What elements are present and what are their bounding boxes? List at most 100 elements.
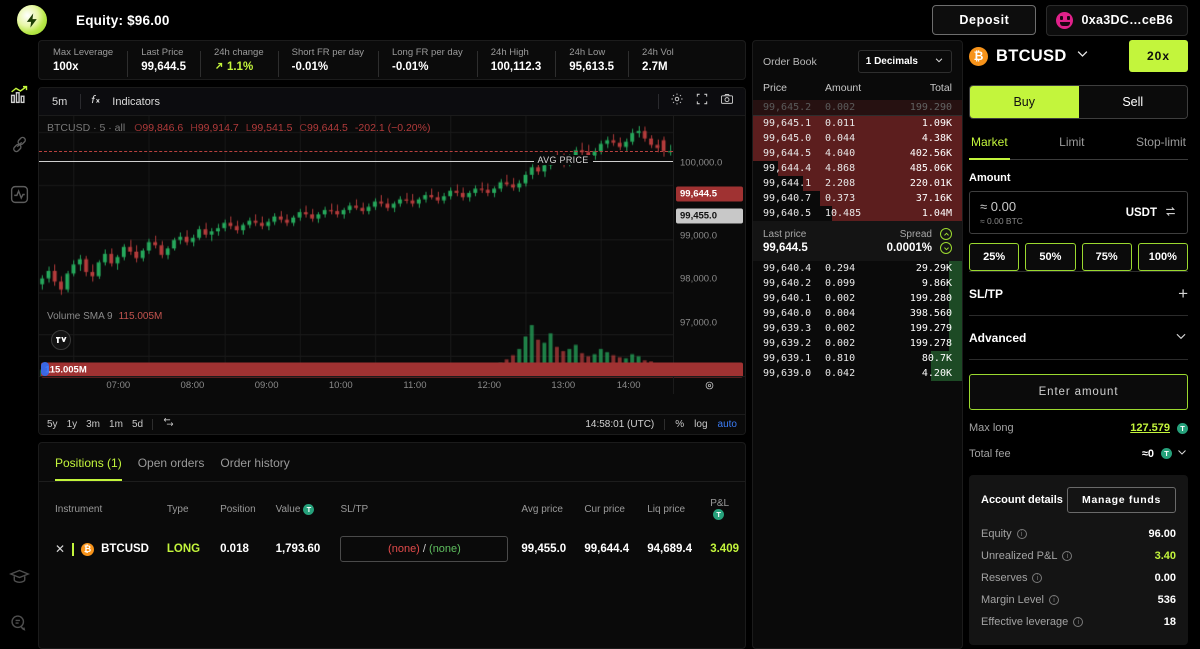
stat-value: -0.01% — [292, 61, 364, 73]
pulse-square-icon[interactable] — [7, 182, 31, 206]
order-book-row[interactable]: 99,639.1 0.810 80.7K — [753, 351, 962, 366]
order-book-row[interactable]: 99,644.5 4.040 402.56K — [753, 146, 962, 161]
chart-up-icon[interactable] — [7, 82, 31, 106]
plus-icon[interactable]: + — [1178, 285, 1188, 302]
scale-auto-button[interactable]: auto — [718, 419, 737, 430]
date-range-icon[interactable] — [162, 416, 175, 434]
chevron-down-icon[interactable] — [1176, 446, 1188, 461]
info-icon[interactable]: i — [1032, 573, 1043, 583]
chat-bubble-icon[interactable] — [7, 611, 31, 635]
link-chain-icon[interactable] — [7, 132, 31, 156]
close-position-icon[interactable]: ✕ — [55, 542, 65, 556]
ob-price: 99,639.1 — [763, 353, 812, 364]
tab-open-orders[interactable]: Open orders — [138, 456, 205, 481]
ob-price: 99,644.1 — [763, 178, 812, 189]
advanced-row[interactable]: Advanced — [969, 315, 1188, 359]
scale-percent-button[interactable]: % — [675, 419, 684, 430]
col-liq-price: Liq price — [647, 503, 686, 515]
tab-positions[interactable]: Positions (1) — [55, 456, 122, 481]
tab-market[interactable]: Market — [969, 123, 1010, 160]
ohlc-c-value: 99,644.5 — [307, 122, 348, 134]
arrow-down-circle-icon[interactable] — [940, 242, 952, 254]
deposit-button[interactable]: Deposit — [932, 5, 1037, 35]
chart-plot-area[interactable]: BTCUSD · 5 · all O99,846.6 H99,914.7 L99… — [39, 116, 745, 434]
range-1y[interactable]: 1y — [67, 419, 78, 430]
stat-value-text: -0.01% — [391, 61, 429, 73]
decimals-select[interactable]: 1 Decimals — [857, 50, 952, 73]
reset-chart-icon[interactable] — [673, 376, 745, 394]
range-3m[interactable]: 3m — [86, 419, 100, 430]
bolt-logo-icon[interactable] — [17, 5, 47, 35]
ob-price: 99,640.4 — [763, 263, 812, 274]
indicators-button[interactable]: Indicators — [89, 93, 165, 111]
order-book-row[interactable]: 99,639.3 0.002 199.279 — [753, 321, 962, 336]
percent-100-button[interactable]: 100% — [1137, 243, 1188, 271]
table-row[interactable]: ✕ ₿ BTCUSD LONG 0.018 1,793.60 (none) / … — [39, 526, 745, 572]
usdt-badge-icon: T — [1177, 422, 1188, 434]
order-book-row[interactable]: 99,644.1 2.208 220.01K — [753, 176, 962, 191]
leverage-button[interactable]: 20x — [1128, 40, 1188, 72]
cell-avg-price: 99,455.0 — [521, 543, 567, 556]
order-book-header: Order Book 1 Decimals — [753, 41, 962, 80]
amount-values: ≈ 0.00 ≈ 0.00 BTC — [980, 199, 1023, 226]
buy-button[interactable]: Buy — [970, 86, 1079, 118]
chart-scroll-handle[interactable] — [41, 362, 49, 376]
order-book-row[interactable]: 99,645.0 0.044 4.38K — [753, 131, 962, 146]
info-icon[interactable]: i — [1062, 551, 1073, 561]
sell-button[interactable]: Sell — [1078, 86, 1187, 118]
order-book-row[interactable]: 99,640.7 0.373 37.16K — [753, 191, 962, 206]
order-book-row[interactable]: 99,645.2 0.002 199.290 — [753, 100, 962, 116]
order-book-row[interactable]: 99,639.2 0.002 199.278 — [753, 336, 962, 351]
range-5d[interactable]: 5d — [132, 419, 143, 430]
settings-gear-icon[interactable] — [670, 92, 684, 111]
tab-limit[interactable]: Limit — [1057, 123, 1086, 160]
amount-input[interactable]: ≈ 0.00 — [980, 199, 1023, 214]
order-book-row[interactable]: 99,640.2 0.099 9.86K — [753, 276, 962, 291]
tradingview-logo-icon[interactable] — [51, 330, 71, 350]
order-book-row[interactable]: 99,640.0 0.004 398.560 — [753, 306, 962, 321]
camera-snapshot-icon[interactable] — [720, 92, 734, 111]
fullscreen-icon[interactable] — [695, 92, 709, 111]
account-key-label: Effective leverage — [981, 616, 1069, 628]
interval-button[interactable]: 5m — [47, 94, 72, 110]
currency-switcher[interactable]: USDT — [1126, 205, 1177, 221]
wallet-button[interactable]: 0xa3DC…ceB6 — [1046, 4, 1188, 36]
submit-order-button[interactable]: Enter amount — [969, 374, 1188, 410]
ob-amount: 0.810 — [825, 353, 856, 364]
range-5y[interactable]: 5y — [47, 419, 58, 430]
info-icon[interactable]: i — [1073, 617, 1084, 627]
ob-total: 1.04M — [921, 208, 952, 219]
percent-50-button[interactable]: 50% — [1025, 243, 1076, 271]
percent-75-button[interactable]: 75% — [1081, 243, 1132, 271]
arrow-up-circle-icon[interactable] — [940, 228, 952, 240]
ob-amount: 0.294 — [825, 263, 856, 274]
order-book-row[interactable]: 99,640.4 0.294 29.29K — [753, 261, 962, 276]
time-axis[interactable]: 07:00 08:00 09:00 10:00 11:00 12:00 13:0… — [39, 376, 673, 394]
max-long-value[interactable]: 127.579 — [1130, 422, 1170, 434]
info-icon[interactable]: i — [1016, 529, 1027, 539]
scale-log-button[interactable]: log — [694, 419, 707, 430]
range-1m[interactable]: 1m — [109, 419, 123, 430]
sltp-row[interactable]: SL/TP + — [969, 271, 1188, 315]
advanced-label: Advanced — [969, 330, 1027, 345]
order-book-row[interactable]: 99,639.0 0.042 4.20K — [753, 366, 962, 381]
graduation-cap-icon[interactable] — [7, 565, 31, 589]
amount-input-box[interactable]: ≈ 0.00 ≈ 0.00 BTC USDT — [969, 191, 1188, 234]
chevron-down-icon[interactable] — [1174, 329, 1188, 346]
volume-legend-name: Volume SMA 9 — [47, 311, 113, 322]
tab-stop-limit[interactable]: Stop-limit — [1134, 123, 1188, 160]
side-toggle: Buy Sell — [969, 85, 1188, 119]
order-book-row[interactable]: 99,645.1 0.011 1.09K — [753, 116, 962, 131]
percent-25-button[interactable]: 25% — [969, 243, 1020, 271]
sltp-editor[interactable]: (none) / (none) — [340, 536, 509, 563]
tab-order-history[interactable]: Order history — [220, 456, 289, 481]
ob-amount: 0.373 — [825, 193, 856, 204]
account-key-label: Unrealized P&L — [981, 550, 1058, 562]
chevron-down-icon[interactable] — [1075, 46, 1090, 66]
manage-funds-button[interactable]: Manage funds — [1067, 487, 1176, 513]
info-icon[interactable]: i — [1048, 595, 1059, 605]
order-book-row[interactable]: 99,644.4 4.868 485.06K — [753, 161, 962, 176]
order-book-row[interactable]: 99,640.1 0.002 199.280 — [753, 291, 962, 306]
order-book-row[interactable]: 99,640.5 10.485 1.04M — [753, 206, 962, 221]
last-price-value: 99,644.5 — [763, 241, 808, 254]
